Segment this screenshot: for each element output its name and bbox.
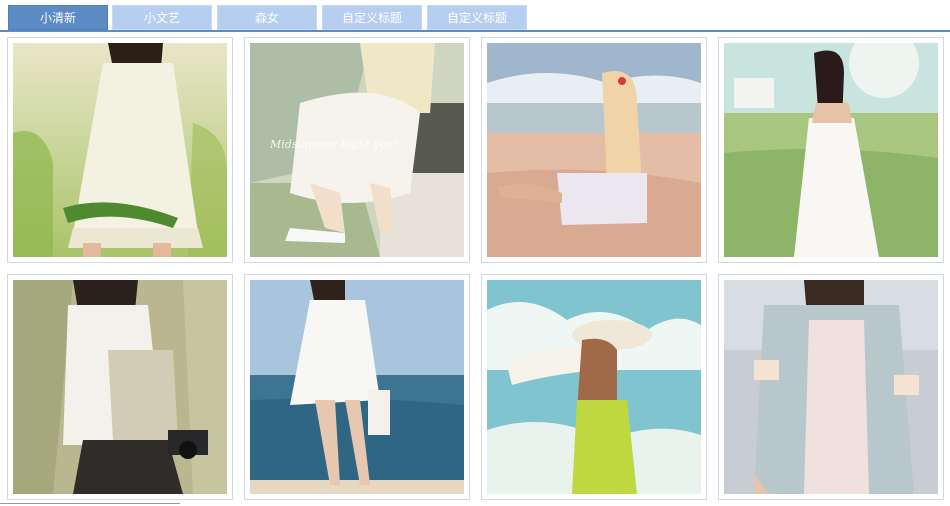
tab-xiaowenyi[interactable]: 小文艺	[112, 5, 212, 30]
girl-with-tote-bag-camera-photo	[13, 280, 227, 494]
tab-custom-title-2[interactable]: 自定义标题	[427, 5, 527, 30]
photo-tile-2[interactable]: Midsummer Light year	[244, 37, 470, 263]
tab-custom-title-1[interactable]: 自定义标题	[322, 5, 422, 30]
photo-tile-3[interactable]	[481, 37, 707, 263]
tab-xiaoqingxin[interactable]: 小清新	[8, 5, 108, 30]
photo-caption-text: Midsummer Light year	[269, 138, 399, 151]
photo-tile-8[interactable]	[718, 274, 944, 500]
girl-walking-by-sea-photo	[250, 280, 464, 494]
photo-tile-4[interactable]	[718, 37, 944, 263]
tab-sennv[interactable]: 森女	[217, 5, 317, 30]
tab-underline	[0, 30, 950, 32]
girl-white-dress-field-photo	[724, 43, 938, 257]
girl-sitting-on-beach-photo	[487, 43, 701, 257]
photo-tile-7[interactable]	[481, 274, 707, 500]
photo-tile-5[interactable]	[7, 274, 233, 500]
photo-tile-6[interactable]	[244, 274, 470, 500]
bottom-divider	[0, 503, 180, 504]
photo-grid: Midsummer Light year	[0, 36, 950, 506]
tab-bar: 小清新 小文艺 森女 自定义标题 自定义标题	[0, 0, 950, 32]
girl-grey-cardigan-photo	[724, 280, 938, 494]
girl-with-straw-hat-photo	[487, 280, 701, 494]
photo-tile-1[interactable]	[7, 37, 233, 263]
girl-white-dress-grass-photo	[13, 43, 227, 257]
girl-sitting-white-skirt-photo: Midsummer Light year	[250, 43, 464, 257]
